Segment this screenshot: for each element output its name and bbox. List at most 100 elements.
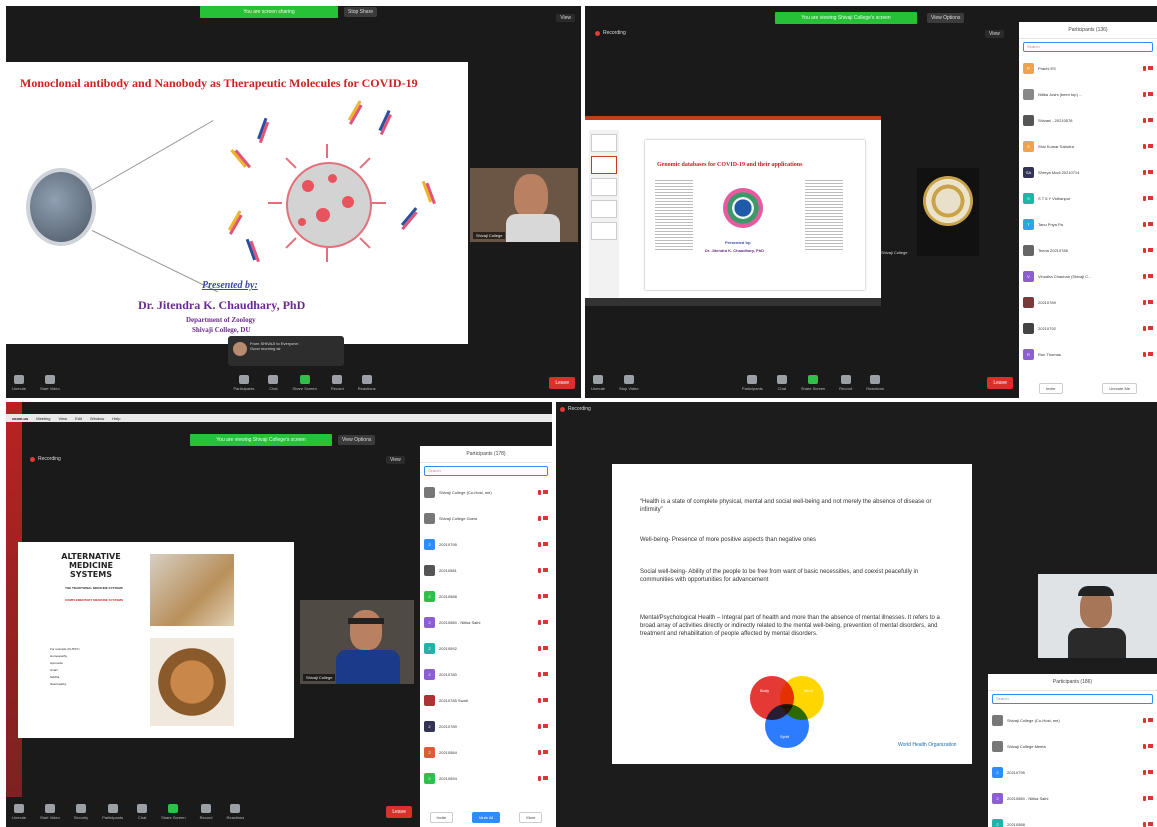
leave-button[interactable]: Leave xyxy=(987,377,1013,389)
chat-button[interactable]: Chat xyxy=(137,804,148,820)
participant-row[interactable]: S S T 6 Y Vidhanpur xyxy=(1019,185,1157,211)
muted-microphone-icon[interactable] xyxy=(1143,143,1146,149)
chat-button[interactable]: Chat xyxy=(268,375,279,391)
muted-microphone-icon[interactable] xyxy=(1143,299,1146,305)
video-off-icon[interactable] xyxy=(1148,144,1153,148)
video-off-icon[interactable] xyxy=(543,724,548,728)
invite-button[interactable]: Invite xyxy=(429,811,454,823)
participant-video[interactable]: Shivaji College xyxy=(470,168,578,242)
menu-window[interactable]: Window xyxy=(90,416,104,421)
chat-notification[interactable]: From SHIVAJI to Everyone: Good morning s… xyxy=(228,336,344,366)
record-button[interactable]: Record xyxy=(200,804,212,820)
reactions-button[interactable]: Reactions xyxy=(226,804,244,820)
slide-thumbnail[interactable] xyxy=(591,178,617,196)
video-off-icon[interactable] xyxy=(1148,796,1153,800)
participant-row[interactable]: 2 20210795 xyxy=(420,531,552,557)
record-button[interactable]: Record xyxy=(839,375,852,391)
video-off-icon[interactable] xyxy=(1148,352,1153,356)
participant-row[interactable]: R Run Thomas xyxy=(1019,341,1157,367)
video-off-icon[interactable] xyxy=(1148,248,1153,252)
muted-microphone-icon[interactable] xyxy=(1143,91,1146,97)
video-off-icon[interactable] xyxy=(1148,300,1153,304)
participant-row[interactable]: Shivaji College (Co-Host, me) xyxy=(988,707,1157,733)
share-screen-button[interactable]: Share Screen xyxy=(292,375,317,391)
participant-row[interactable]: Shivaji College (Co-Host, me) xyxy=(420,479,552,505)
video-off-icon[interactable] xyxy=(543,568,548,572)
muted-microphone-icon[interactable] xyxy=(538,541,541,547)
view-button[interactable]: View xyxy=(985,30,1004,38)
participants-button[interactable]: Participants xyxy=(102,804,123,820)
participant-row[interactable]: 2 20210584 xyxy=(420,739,552,765)
menu-zoom[interactable]: zoom.us xyxy=(12,416,28,421)
muted-microphone-icon[interactable] xyxy=(538,697,541,703)
muted-microphone-icon[interactable] xyxy=(1143,769,1146,775)
participant-row[interactable]: 20210792 xyxy=(1019,315,1157,341)
participant-video[interactable] xyxy=(1038,574,1157,658)
participant-row[interactable]: Teena 20210788 xyxy=(1019,237,1157,263)
participant-row[interactable]: 2 20210588 xyxy=(420,583,552,609)
video-off-icon[interactable] xyxy=(543,490,548,494)
muted-microphone-icon[interactable] xyxy=(1143,221,1146,227)
video-off-icon[interactable] xyxy=(1148,326,1153,330)
participant-row[interactable]: 20210581 xyxy=(420,557,552,583)
video-off-icon[interactable] xyxy=(1148,118,1153,122)
muted-microphone-icon[interactable] xyxy=(1143,325,1146,331)
muted-microphone-icon[interactable] xyxy=(1143,351,1146,357)
participant-row[interactable]: 2 20210780 xyxy=(420,661,552,687)
video-off-icon[interactable] xyxy=(1148,744,1153,748)
view-button[interactable]: View xyxy=(386,456,405,464)
muted-microphone-icon[interactable] xyxy=(538,567,541,573)
mute-all-button[interactable]: Mute All xyxy=(472,811,501,823)
video-off-icon[interactable] xyxy=(543,750,548,754)
slide-thumbnail[interactable] xyxy=(591,156,617,174)
video-off-icon[interactable] xyxy=(1148,170,1153,174)
view-options-button[interactable]: View Options xyxy=(338,435,376,445)
video-off-icon[interactable] xyxy=(543,542,548,546)
slide-thumbnail[interactable] xyxy=(591,134,617,152)
participant-row[interactable]: Shivaji College Meeta xyxy=(988,733,1157,759)
muted-microphone-icon[interactable] xyxy=(1143,65,1146,71)
muted-microphone-icon[interactable] xyxy=(538,775,541,781)
video-off-icon[interactable] xyxy=(543,776,548,780)
muted-microphone-icon[interactable] xyxy=(1143,743,1146,749)
video-off-icon[interactable] xyxy=(1148,274,1153,278)
video-off-icon[interactable] xyxy=(543,594,548,598)
muted-microphone-icon[interactable] xyxy=(538,593,541,599)
participant-row[interactable]: 2 20210592 xyxy=(420,635,552,661)
slide-thumbnail[interactable] xyxy=(591,222,617,240)
muted-microphone-icon[interactable] xyxy=(538,723,541,729)
reactions-button[interactable]: Reactions xyxy=(866,375,884,391)
participant-row[interactable]: 2 20210588 xyxy=(988,811,1157,827)
chat-button[interactable]: Chat xyxy=(776,375,787,391)
video-off-icon[interactable] xyxy=(1148,770,1153,774)
menu-view[interactable]: View xyxy=(58,416,67,421)
unmute-button[interactable]: Unmute xyxy=(591,375,605,391)
video-off-icon[interactable] xyxy=(543,672,548,676)
record-button[interactable]: Record xyxy=(331,375,344,391)
leave-button[interactable]: Leave xyxy=(386,806,412,818)
participant-row[interactable]: Shivani - 20210578 xyxy=(1019,107,1157,133)
start-video-button[interactable]: Start Video xyxy=(40,804,60,820)
participant-search-input[interactable]: Search xyxy=(1023,42,1153,52)
video-off-icon[interactable] xyxy=(543,516,548,520)
unmute-me-button[interactable]: Unmute Me xyxy=(1102,382,1138,394)
muted-microphone-icon[interactable] xyxy=(1143,195,1146,201)
video-off-icon[interactable] xyxy=(1148,92,1153,96)
participant-row[interactable]: V Vinodha Chauhan (Shivaji C... xyxy=(1019,263,1157,289)
more-button[interactable]: More xyxy=(519,811,543,823)
start-video-button[interactable]: Start Video xyxy=(40,375,60,391)
muted-microphone-icon[interactable] xyxy=(1143,169,1146,175)
participant-row[interactable]: 2 20210594 xyxy=(420,765,552,791)
participant-row[interactable]: 2 20210580 - Nitika Saini xyxy=(420,609,552,635)
slide-thumbnail[interactable] xyxy=(591,200,617,218)
stop-share-button[interactable]: Stop Share xyxy=(344,7,378,17)
muted-microphone-icon[interactable] xyxy=(1143,247,1146,253)
muted-microphone-icon[interactable] xyxy=(538,619,541,625)
participant-row[interactable]: 2 20210795 xyxy=(988,759,1157,785)
participant-row[interactable]: 20210789 xyxy=(1019,289,1157,315)
participants-button[interactable]: Participants xyxy=(742,375,763,391)
leave-button[interactable]: Leave xyxy=(549,377,575,389)
video-off-icon[interactable] xyxy=(1148,222,1153,226)
view-button[interactable]: View xyxy=(556,14,575,22)
muted-microphone-icon[interactable] xyxy=(1143,821,1146,827)
